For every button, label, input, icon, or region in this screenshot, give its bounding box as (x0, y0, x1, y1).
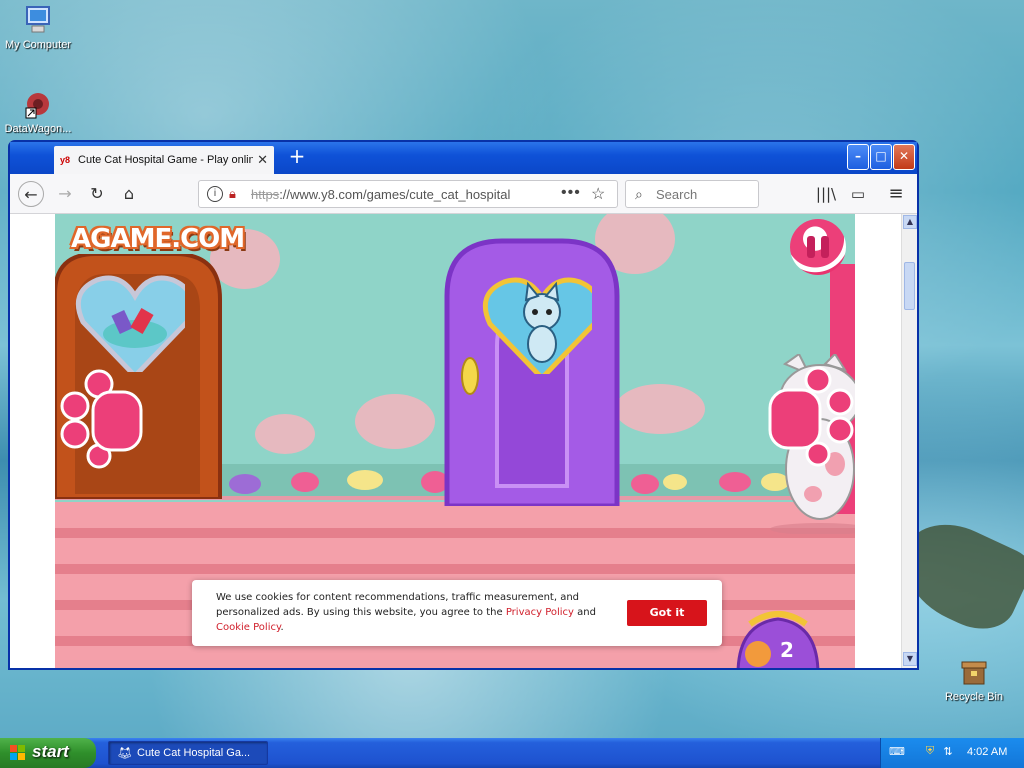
start-label: start (32, 742, 69, 761)
y8-favicon-icon: y8 (60, 155, 71, 165)
cookie-banner: We use cookies for content recommendatio… (192, 580, 722, 646)
coin-purse: 2 (728, 604, 828, 668)
navigation-toolbar: ← → ↻ ⌂ i 🔒︎ https://www.y8.com/games/cu… (10, 174, 917, 214)
close-window-button[interactable]: ✕ (893, 144, 915, 170)
privacy-policy-link[interactable]: Privacy Policy (506, 607, 574, 618)
paw-button-left[interactable] (57, 364, 147, 469)
game-canvas[interactable]: AGAME.COM 2 We use cookies for content r… (55, 214, 855, 668)
pause-bar-icon (807, 236, 815, 258)
cookie-text: We use cookies for content recommendatio… (216, 592, 596, 633)
desktop-icon-recycle-bin[interactable]: Recycle Bin (934, 656, 1014, 703)
address-bar[interactable]: i 🔒︎ https://www.y8.com/games/cute_cat_h… (198, 180, 618, 208)
kitten-heart-icon (482, 277, 592, 374)
reload-button[interactable]: ↻ (84, 181, 110, 207)
scroll-up-icon[interactable]: ▲ (903, 215, 917, 229)
desktop-icon-label: My Computer (4, 39, 72, 51)
search-icon: ⌕ (635, 186, 643, 202)
browser-tab[interactable]: y8 Cute Cat Hospital Game - Play online … (54, 146, 274, 174)
candy-bowl-heart-icon (75, 275, 185, 372)
hamburger-menu-icon[interactable]: ≡ (884, 182, 908, 206)
pause-button[interactable] (790, 219, 846, 275)
maximize-button[interactable]: □ (870, 144, 892, 170)
paw-button-right[interactable] (760, 364, 855, 469)
tab-title: Cute Cat Hospital Game - Play online (78, 154, 254, 166)
library-icon[interactable]: |||\ (814, 182, 838, 206)
cat-counter: 2 (780, 638, 794, 662)
insecure-lock-icon: 🔒︎ (229, 186, 236, 201)
network-icon[interactable]: ⇅ (941, 745, 955, 759)
windows-flag-icon (10, 745, 25, 760)
keyboard-icon[interactable]: ⌨ (889, 745, 905, 759)
cookie-policy-link[interactable]: Cookie Policy (216, 622, 280, 633)
page-actions-icon[interactable]: ••• (561, 184, 581, 202)
home-button[interactable]: ⌂ (116, 181, 142, 207)
clock: 4:02 AM (967, 746, 1008, 758)
agame-logo[interactable]: AGAME.COM (71, 224, 245, 254)
datawagon-icon (22, 88, 54, 120)
desktop-icon-label: Recycle Bin (944, 691, 1004, 703)
back-button[interactable]: ← (18, 181, 44, 207)
bookmark-star-icon[interactable]: ☆ (591, 184, 605, 204)
site-info-icon[interactable]: i (207, 186, 223, 202)
search-placeholder: Search (656, 187, 698, 202)
forward-button[interactable]: → (52, 181, 78, 207)
scroll-down-icon[interactable]: ▼ (903, 652, 917, 666)
title-bar: y8 Cute Cat Hospital Game - Play online … (10, 142, 917, 174)
pause-bar-icon (821, 236, 829, 258)
purse-icon (736, 611, 820, 668)
browser-window: y8 Cute Cat Hospital Game - Play online … (8, 140, 919, 670)
taskbar-item-label: Cute Cat Hospital Ga... (137, 747, 251, 759)
security-shield-icon[interactable]: ⛨ (923, 745, 937, 759)
new-tab-button[interactable]: + (284, 144, 310, 170)
recycle-bin-icon (958, 656, 990, 688)
desktop-icon-my-computer[interactable]: My Computer (0, 4, 78, 51)
search-input[interactable]: ⌕ Search (625, 180, 759, 208)
vertical-scrollbar[interactable]: ▲ ▼ (901, 214, 917, 668)
browser-task-icon: 🦊︎ (117, 746, 133, 760)
got-it-button[interactable]: Got it (627, 600, 707, 626)
url-text: https://www.y8.com/games/cute_cat_hospit… (251, 187, 511, 202)
taskbar: start 🦊︎ Cute Cat Hospital Ga... ⌨ ⛨ ⇅ 4… (0, 738, 1024, 768)
paw-decoration (615, 384, 705, 434)
page-content: AGAME.COM 2 We use cookies for content r… (10, 214, 917, 668)
system-tray: ⌨ ⛨ ⇅ 4:02 AM (880, 738, 1024, 768)
paw-decoration (255, 414, 315, 454)
taskbar-item-browser[interactable]: 🦊︎ Cute Cat Hospital Ga... (108, 741, 268, 765)
scroll-thumb[interactable] (904, 262, 915, 310)
computer-icon (22, 4, 54, 36)
sidebar-icon[interactable]: ▭ (846, 182, 870, 206)
desktop-icon-datawagon[interactable]: DataWagon... (0, 88, 78, 135)
paw-decoration (355, 394, 435, 449)
desktop-icon-label: DataWagon... (4, 123, 72, 135)
tab-close-icon[interactable]: ✕ (257, 152, 268, 168)
start-button[interactable]: start (0, 738, 96, 768)
minimize-button[interactable]: – (847, 144, 869, 170)
